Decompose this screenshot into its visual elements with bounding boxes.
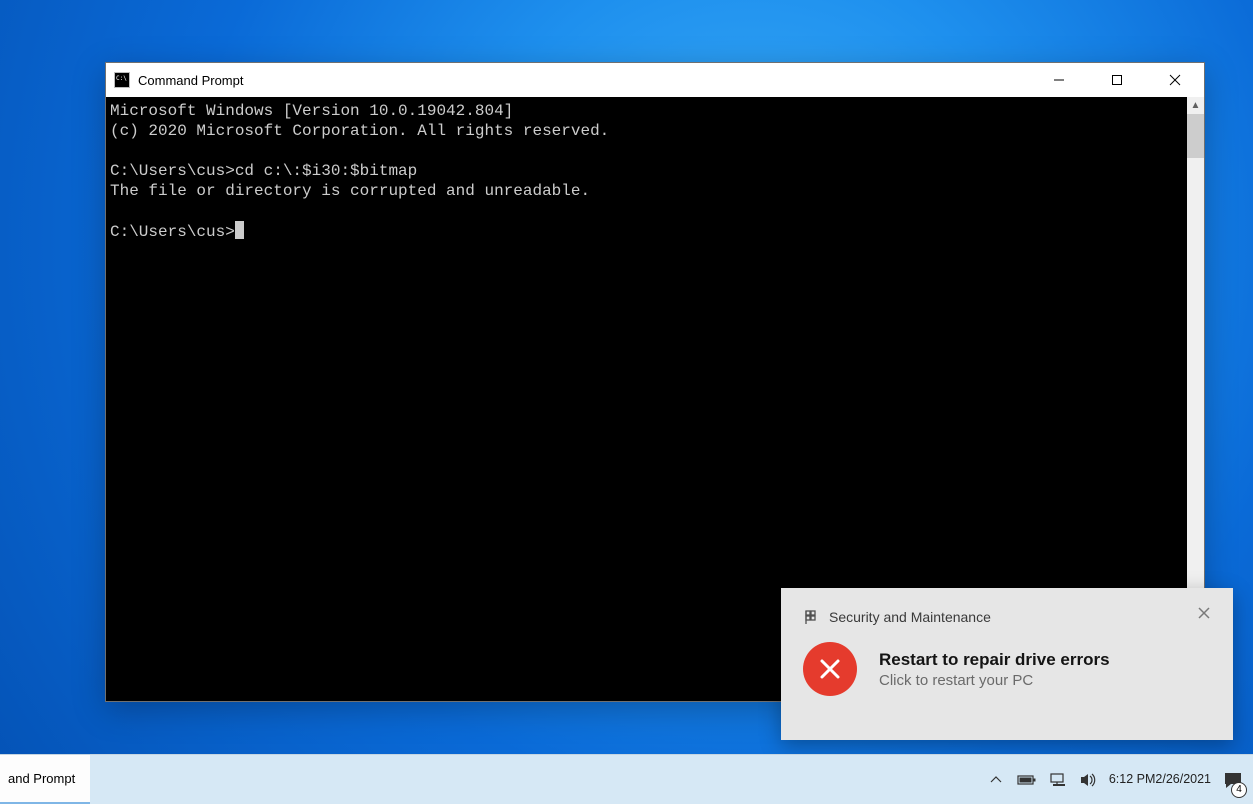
security-flag-icon <box>803 609 819 625</box>
window-titlebar[interactable]: Command Prompt <box>106 63 1204 97</box>
window-title: Command Prompt <box>138 73 1030 88</box>
taskbar-app-cmd[interactable]: and Prompt <box>0 755 90 804</box>
cmd-icon <box>114 72 130 88</box>
network-icon[interactable] <box>1043 755 1073 804</box>
error-x-icon <box>803 642 857 696</box>
taskbar[interactable]: and Prompt 6:12 PM 2/26/2021 4 <box>0 754 1253 804</box>
taskbar-clock[interactable]: 6:12 PM 2/26/2021 <box>1103 755 1217 804</box>
notification-close-button[interactable] <box>1189 598 1219 628</box>
terminal-line: The file or directory is corrupted and u… <box>110 182 590 200</box>
scroll-thumb[interactable] <box>1187 114 1204 158</box>
terminal-cursor <box>235 221 244 239</box>
system-tray: 6:12 PM 2/26/2021 4 <box>981 755 1253 804</box>
terminal-line: Microsoft Windows [Version 10.0.19042.80… <box>110 102 513 120</box>
scroll-up-arrow[interactable]: ▲ <box>1187 97 1204 114</box>
volume-icon[interactable] <box>1073 755 1103 804</box>
notification-title: Restart to repair drive errors <box>879 650 1110 670</box>
clock-time: 6:12 PM <box>1109 772 1156 787</box>
notification-toast[interactable]: Security and Maintenance Restart to repa… <box>781 588 1233 740</box>
terminal-line: C:\Users\cus>cd c:\:$i30:$bitmap <box>110 162 417 180</box>
notification-app-name: Security and Maintenance <box>829 609 1189 625</box>
maximize-button[interactable] <box>1088 63 1146 97</box>
action-center-button[interactable]: 4 <box>1217 755 1249 804</box>
notification-count-badge: 4 <box>1231 782 1247 798</box>
taskbar-app-label: and Prompt <box>8 771 75 786</box>
tray-overflow-chevron[interactable] <box>981 755 1011 804</box>
close-button[interactable] <box>1146 63 1204 97</box>
terminal-prompt: C:\Users\cus> <box>110 223 235 241</box>
notification-message: Click to restart your PC <box>879 672 1110 689</box>
minimize-button[interactable] <box>1030 63 1088 97</box>
clock-date: 2/26/2021 <box>1155 772 1211 787</box>
battery-icon[interactable] <box>1011 755 1043 804</box>
terminal-line: (c) 2020 Microsoft Corporation. All righ… <box>110 122 609 140</box>
